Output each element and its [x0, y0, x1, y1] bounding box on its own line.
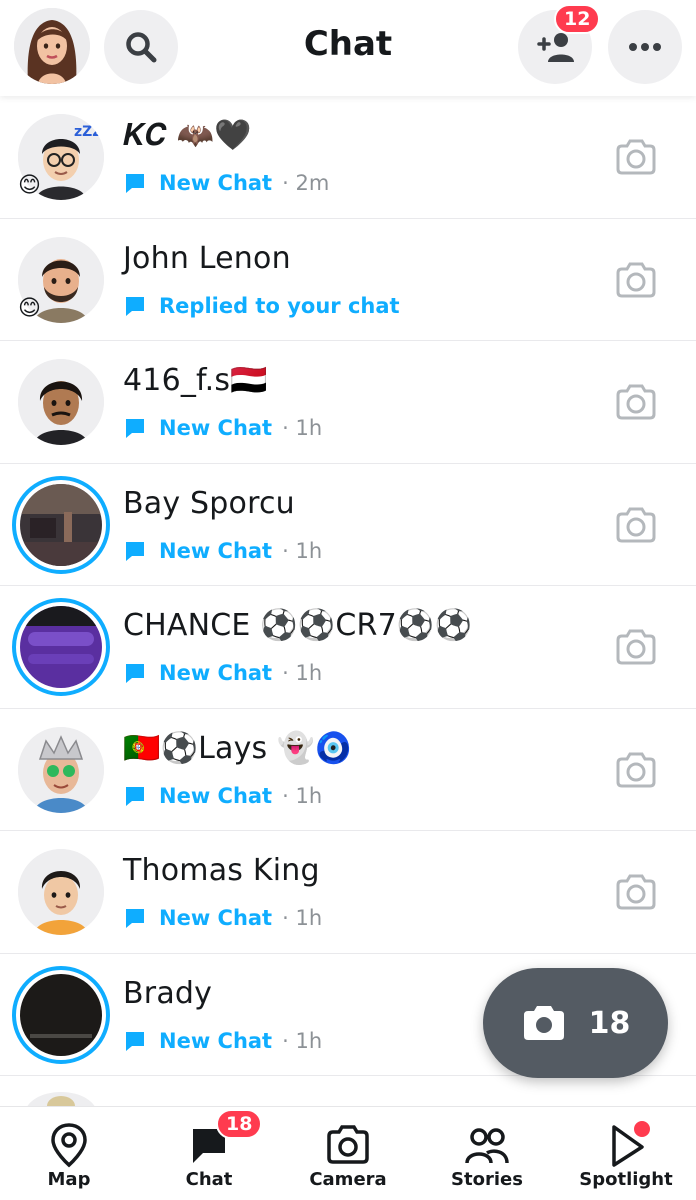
nav-map-label: Map: [47, 1169, 91, 1190]
nav-spotlight[interactable]: Spotlight: [561, 1107, 691, 1200]
status-time: · 1h: [282, 538, 323, 563]
nav-stories[interactable]: Stories: [422, 1107, 552, 1200]
status-text: New Chat: [159, 906, 273, 930]
camera-reply-icon[interactable]: [614, 751, 658, 789]
camera-reply-icon[interactable]: [614, 383, 658, 421]
new-chat-icon: [126, 1031, 144, 1051]
chat-row[interactable]: Bay Sporcu New Chat · 1h: [0, 464, 696, 586]
search-icon: [126, 32, 157, 63]
status-time: · 1h: [282, 416, 323, 440]
chat-name: Bay Sporcu: [123, 485, 295, 521]
bitmoji-avatar: [18, 359, 104, 445]
camera-reply-icon[interactable]: [614, 506, 658, 544]
new-chat-icon: [126, 174, 144, 193]
nav-chat-label: Chat: [185, 1169, 233, 1190]
chat-name: 416_f.s🇾🇪: [123, 363, 268, 398]
status-text: New Chat: [159, 661, 273, 685]
more-icon: [629, 43, 661, 51]
story-avatar[interactable]: [12, 965, 110, 1064]
chat-row[interactable]: 😊 John Lenon Replied to your chat: [0, 219, 696, 341]
camera-icon: [523, 1006, 564, 1040]
nav-chat[interactable]: 18 Chat: [144, 1107, 274, 1200]
camera-reply-icon[interactable]: [614, 628, 658, 666]
status-text: New Chat: [159, 538, 273, 563]
story-avatar[interactable]: [12, 475, 110, 574]
nav-stories-label: Stories: [451, 1169, 523, 1190]
status-text: New Chat: [159, 783, 273, 808]
chat-name: Thomas King: [123, 853, 320, 888]
chat-status: New Chat · 1h: [123, 536, 322, 566]
camera-reply-icon[interactable]: [614, 873, 658, 911]
camera-fab[interactable]: 18: [483, 968, 668, 1078]
chat-status: Replied to your chat: [123, 291, 410, 321]
svg-text:zZZ: zZZ: [74, 124, 102, 140]
chat-name: John Lenon: [123, 240, 291, 276]
status-time: · 1h: [282, 661, 323, 685]
chat-status: New Chat · 1h: [123, 781, 322, 811]
chat-status: New Chat · 1h: [123, 1026, 322, 1056]
nav-map[interactable]: Map: [4, 1107, 134, 1200]
replied-icon: [126, 296, 144, 316]
chat-badge: 18: [216, 1109, 263, 1139]
chat-row-partial[interactable]: [0, 1076, 696, 1106]
status-text: New Chat: [159, 1028, 273, 1053]
add-friend-badge: 12: [554, 4, 601, 34]
new-chat-icon: [126, 909, 144, 928]
chat-list: zZZ 😊 𝑲𝑪 🦇🖤 New Chat · 2m 😊 John Lenon R…: [0, 96, 696, 1076]
status-text: New Chat: [159, 171, 273, 195]
chat-status: New Chat · 1h: [123, 903, 322, 933]
status-time: · 1h: [282, 906, 323, 930]
chat-status: New Chat · 1h: [123, 658, 322, 688]
bottom-nav: Map 18 Chat Camera Stories Spotlight: [0, 1106, 696, 1200]
camera-reply-icon[interactable]: [614, 261, 658, 299]
camera-icon: [327, 1125, 369, 1164]
more-button[interactable]: [608, 10, 682, 84]
new-chat-icon: [126, 786, 144, 806]
new-chat-icon: [126, 541, 144, 561]
chat-row[interactable]: CHANCE ⚽⚽CR7⚽⚽ New Chat · 1h: [0, 586, 696, 709]
stories-icon: [465, 1128, 509, 1164]
status-time: · 2m: [282, 171, 330, 195]
add-friend-icon: [537, 33, 574, 62]
chat-status: New Chat · 2m: [123, 168, 329, 198]
header: Chat 12: [0, 0, 696, 96]
chat-row[interactable]: 🇵🇹⚽Lays 👻🧿 New Chat · 1h: [0, 709, 696, 831]
nav-camera[interactable]: Camera: [283, 1107, 413, 1200]
nav-spotlight-label: Spotlight: [579, 1169, 673, 1190]
chat-name: Brady: [123, 975, 213, 1011]
nav-camera-label: Camera: [309, 1169, 387, 1190]
status-time: · 1h: [282, 1028, 323, 1053]
chat-status: New Chat · 1h: [123, 413, 322, 443]
camera-fab-count: 18: [588, 1005, 631, 1041]
bitmoji-avatar: [18, 726, 104, 813]
status-text: New Chat: [159, 416, 273, 440]
map-pin-icon: [51, 1123, 87, 1168]
status-text: Replied to your chat: [159, 293, 400, 318]
status-time: · 1h: [282, 783, 323, 808]
new-chat-icon: [126, 419, 144, 438]
new-chat-icon: [126, 664, 144, 683]
search-button[interactable]: [104, 10, 178, 84]
chat-row[interactable]: 416_f.s🇾🇪 New Chat · 1h: [0, 341, 696, 464]
friend-emoji: 😊: [18, 295, 41, 321]
chat-row[interactable]: Thomas King New Chat · 1h: [0, 831, 696, 954]
friend-emoji: 😊: [18, 173, 41, 198]
story-avatar[interactable]: [12, 598, 110, 696]
chat-name: CHANCE ⚽⚽CR7⚽⚽: [123, 608, 473, 643]
chat-name: 𝑲𝑪 🦇🖤: [123, 118, 252, 153]
bitmoji-avatar: [18, 849, 104, 935]
chat-row[interactable]: zZZ 😊 𝑲𝑪 🦇🖤 New Chat · 2m: [0, 96, 696, 219]
profile-avatar[interactable]: [14, 8, 90, 84]
chat-name: 🇵🇹⚽Lays 👻🧿: [123, 730, 353, 766]
spotlight-notification-dot: [632, 1119, 652, 1139]
camera-reply-icon[interactable]: [614, 138, 658, 176]
